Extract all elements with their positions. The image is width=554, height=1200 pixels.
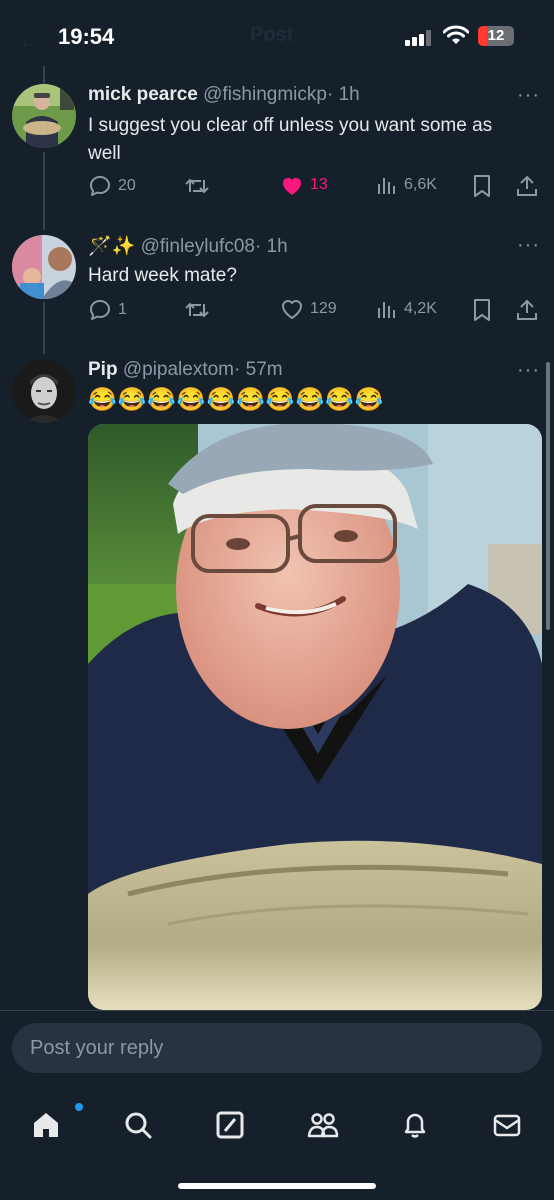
like-button[interactable]: 129 (280, 298, 337, 320)
heart-icon (282, 300, 302, 319)
bookmark-button[interactable] (472, 174, 492, 198)
reply-icon (90, 176, 110, 196)
more-options-icon[interactable]: ··· (517, 234, 540, 257)
author-handle[interactable]: @finleylufc08 (141, 236, 255, 257)
nav-communities[interactable] (298, 1100, 348, 1150)
heart-filled-icon (283, 178, 301, 195)
post-time: · 1h (326, 84, 360, 105)
nav-messages[interactable] (482, 1100, 532, 1150)
post-time: · 57m (234, 359, 283, 380)
reply-count: 20 (118, 177, 136, 194)
tweet-text: Hard week mate? (88, 265, 237, 286)
bookmark-button[interactable] (472, 298, 492, 322)
bookmark-icon (474, 299, 490, 321)
view-count: 6,6K (404, 176, 437, 193)
thread-line (43, 66, 45, 84)
author-handle[interactable]: @pipalextom (123, 359, 234, 380)
battery-icon: 12 (478, 26, 514, 46)
post-time: · 1h (254, 236, 288, 257)
views-icon (378, 302, 395, 318)
battery-level: 12 (487, 27, 505, 44)
home-icon (34, 1113, 58, 1137)
share-icon (517, 299, 537, 320)
scrollbar[interactable] (546, 362, 550, 630)
communities-icon (307, 1113, 339, 1138)
status-time: 19:54 (58, 24, 115, 49)
reply-icon (90, 300, 110, 320)
tweet-text: I suggest you clear off unless you want … (88, 115, 493, 164)
thread-line (43, 302, 45, 354)
avatar[interactable] (12, 235, 76, 299)
nav-grok[interactable] (205, 1100, 255, 1150)
reply-button[interactable]: 20 (88, 174, 136, 198)
views-icon (378, 178, 395, 194)
repost-button[interactable] (184, 174, 210, 198)
share-icon (517, 175, 537, 196)
nav-search[interactable] (113, 1100, 163, 1150)
avatar[interactable] (12, 84, 76, 148)
nav-home[interactable] (21, 1100, 83, 1150)
like-button[interactable]: 13 (280, 174, 328, 196)
cellular-signal-icon (405, 30, 431, 46)
wifi-icon (443, 25, 469, 44)
author-name[interactable]: Pip (88, 359, 118, 380)
reply-button[interactable]: 1 (88, 298, 127, 322)
reply-input[interactable]: Post your reply (12, 1023, 542, 1073)
author-name[interactable]: 🪄✨ (88, 236, 135, 257)
status-bar: ← Post 19:54 12 (0, 0, 554, 72)
share-button[interactable] (516, 298, 538, 322)
more-options-icon[interactable]: ··· (517, 359, 540, 382)
notification-dot (75, 1103, 83, 1111)
messages-icon (493, 1114, 521, 1137)
repost-button[interactable] (184, 298, 210, 322)
nav-notifications[interactable] (390, 1100, 440, 1150)
author-name[interactable]: mick pearce (88, 84, 198, 105)
back-arrow-icon[interactable]: ← (18, 28, 40, 54)
more-options-icon[interactable]: ··· (517, 84, 540, 107)
view-count: 4,2K (404, 300, 437, 317)
views-button[interactable]: 4,2K (376, 298, 437, 320)
repost-icon (185, 178, 209, 194)
author-handle[interactable]: @fishingmickp (203, 84, 327, 105)
share-button[interactable] (516, 174, 538, 198)
tweet-image[interactable] (88, 424, 542, 1010)
avatar[interactable] (12, 359, 76, 423)
tweet-text: 😂😂😂😂😂😂😂😂😂😂 (88, 386, 385, 412)
views-button[interactable]: 6,6K (376, 174, 437, 196)
page-title: Post (250, 24, 294, 46)
reply-count: 1 (118, 301, 127, 318)
bookmark-icon (474, 175, 490, 197)
repost-icon (185, 302, 209, 318)
like-count: 13 (310, 176, 328, 193)
reply-bar: Post your reply (0, 1010, 554, 1090)
notifications-icon (404, 1113, 426, 1138)
search-icon (125, 1112, 152, 1139)
thread-line (43, 152, 45, 230)
like-count: 129 (310, 300, 337, 317)
grok-icon (216, 1111, 244, 1139)
home-indicator[interactable] (178, 1183, 376, 1189)
